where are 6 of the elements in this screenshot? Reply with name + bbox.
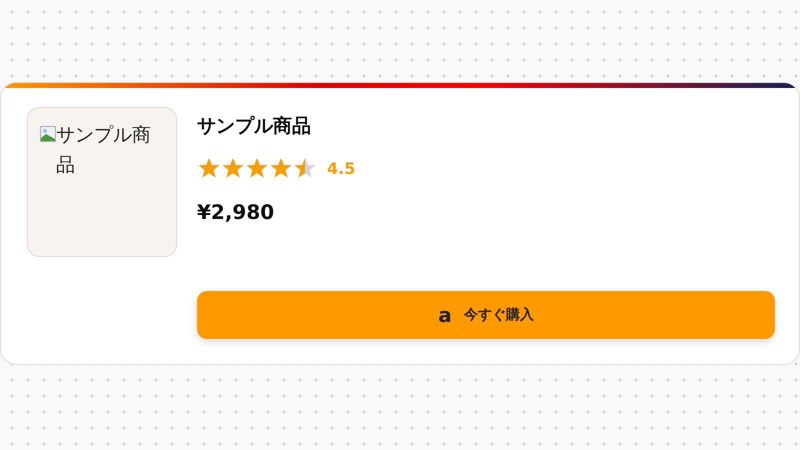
broken-image-icon <box>40 126 56 142</box>
buy-now-button[interactable]: a 今すぐ購入 <box>197 291 775 339</box>
product-title: サンプル商品 <box>197 114 312 139</box>
rating-value: 4.5 <box>327 158 356 180</box>
image-alt-text: サンプル商品 <box>56 123 152 178</box>
price: ¥2,980 <box>197 198 276 226</box>
